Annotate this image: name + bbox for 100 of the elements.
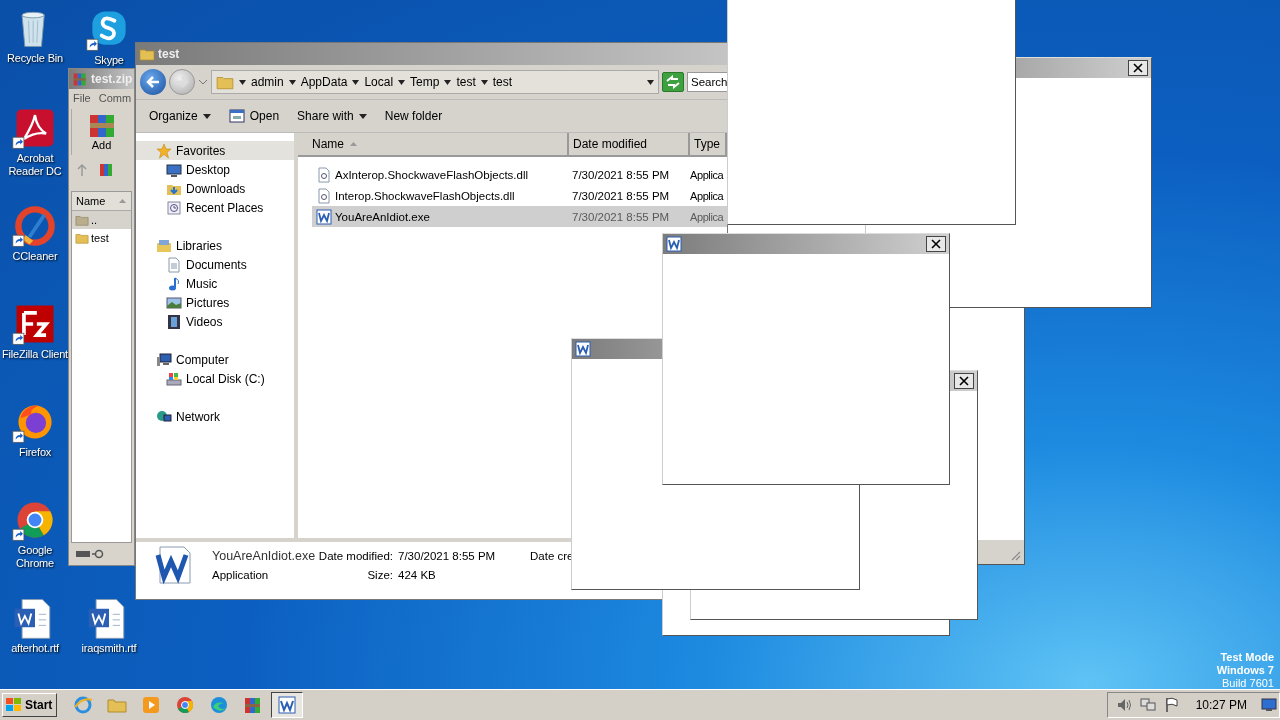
caret-icon[interactable] [480,78,488,86]
breadcrumb-item[interactable]: Local [364,75,394,89]
desktop-icon-label[interactable]: Acrobat Reader DC [0,152,70,178]
close-icon [931,239,941,249]
winrar-books-icon [72,71,88,87]
nav-item[interactable]: Local Disk (C:) [136,369,294,388]
resize-grip-icon[interactable] [1009,549,1021,561]
caret-icon[interactable] [398,78,406,86]
breadcrumb-item[interactable]: AppData [300,75,348,89]
property-label: Size: [366,569,394,581]
breadcrumb-item[interactable]: admin [251,75,284,89]
file-row[interactable]: AxInterop.ShockwaveFlashObjects.dll 7/30/2021 8:55 PM Applica [312,164,727,185]
breadcrumb-item[interactable]: test [492,75,513,89]
edge-logo-icon [209,695,230,715]
desktop-icon-label[interactable]: Skype [94,54,124,67]
desktop-icon-label[interactable]: afterhot.rtf [11,642,59,655]
toolbar-button[interactable]: New folder [377,106,450,126]
property-label: Date modified: [318,550,394,562]
chevron-down-icon[interactable] [198,78,208,86]
nav-item[interactable]: Favorites [136,141,294,160]
close-button[interactable] [926,236,946,252]
ie-logo-icon [73,695,94,715]
property-value: 7/30/2021 8:55 PM [398,550,497,562]
breadcrumb-item[interactable]: test [456,75,476,89]
file-row[interactable]: Interop.ShockwaveFlashObjects.dll 7/30/2021 8:55 PM Applica [312,185,727,206]
system-notice-text: Windows 7 [1216,664,1274,677]
close-icon [1133,63,1143,73]
star-icon [156,142,172,159]
desktop-icon-label[interactable]: FileZilla Client [2,348,68,361]
close-button[interactable] [1128,60,1148,76]
nav-item[interactable]: Recent Places [136,198,294,217]
winrar-books-icon[interactable] [99,163,113,177]
search-field[interactable]: Search [687,72,727,92]
toolbar-button[interactable]: Open [221,105,287,127]
toolbar-button[interactable]: Organize [142,106,218,126]
music-note-icon [166,275,182,292]
nav-item[interactable]: Documents [136,255,294,274]
film-icon [166,313,182,330]
flag-icon[interactable] [1163,697,1180,713]
file-name: Interop.ShockwaveFlashObjects.dll [312,187,568,204]
close-button[interactable] [954,373,974,389]
column-header[interactable]: Name [298,133,569,155]
nav-item[interactable]: Downloads [136,179,294,198]
nav-item[interactable]: Pictures [136,293,294,312]
clock[interactable]: 10:27 PM [1195,698,1247,712]
file-row[interactable]: .. [72,211,131,229]
desktop-icon-label[interactable]: Firefox [18,446,52,459]
disk-drive-icon [166,370,182,387]
monitor-icon [1261,698,1277,712]
word-document-icon [154,545,194,585]
file-row[interactable]: test [72,229,131,247]
recent-places-icon [166,199,182,216]
column-header[interactable]: Name [72,192,131,211]
sort-arrow-icon [119,199,127,203]
refresh-button[interactable] [662,72,684,92]
picture-icon [166,294,182,311]
table-cell-text: 7/30/2021 8:55 PM [571,210,671,223]
nav-item[interactable]: Desktop [136,160,294,179]
file-name: YouAreAnIdiot.exe [312,208,568,225]
file-type: Application [212,569,270,581]
back-arrow-icon [145,74,161,90]
chrome-logo-icon [175,695,196,715]
menu-item[interactable]: File [73,92,91,104]
folder-icon [75,213,89,227]
table-cell-text: Applica [689,168,725,181]
add-button[interactable]: Add [71,109,131,155]
network-icon[interactable] [1139,697,1156,713]
file-name: AxInterop.ShockwaveFlashObjects.dll [312,166,568,183]
word-app-icon [277,695,298,715]
nav-item[interactable]: Computer [136,350,294,369]
caret-icon[interactable] [288,78,296,86]
window-icon [228,108,245,124]
address-bar[interactable]: admin AppData Local Temp test test [211,70,659,94]
toolbar-button[interactable]: Share with [290,106,374,126]
table-cell-text: 7/30/2021 8:55 PM [571,168,671,181]
dropdown-caret-icon[interactable] [647,78,654,86]
word-app-icon [575,341,591,357]
nav-item[interactable]: Libraries [136,236,294,255]
taskbar-button[interactable] [271,692,304,718]
word-app-icon [316,208,332,225]
nav-item[interactable]: Music [136,274,294,293]
desktop-icon-label[interactable]: Recycle Bin [7,52,63,65]
column-header[interactable]: Date modified [569,133,690,155]
desktop-icon-label[interactable]: CCleaner [12,250,58,263]
file-row[interactable]: YouAreAnIdiot.exe 7/30/2021 8:55 PM Applica [312,206,727,227]
refresh-arrows-icon [665,75,681,89]
caret-icon[interactable] [352,78,360,86]
caret-icon[interactable] [239,78,246,86]
property-value: 424 KB [398,569,437,581]
back-button[interactable] [140,69,166,95]
desktop-icon-label[interactable]: iraqsmith.rtf [81,642,137,655]
speaker-icon[interactable] [1115,697,1132,713]
menu-item[interactable]: Comm [98,92,132,104]
nav-item[interactable]: Network [136,407,294,426]
breadcrumb-item[interactable]: Temp [410,75,440,89]
computer-icon [156,351,172,368]
nav-item[interactable]: Videos [136,312,294,331]
start-button[interactable]: Start [2,693,58,717]
caret-icon[interactable] [444,78,452,86]
desktop-icon-label[interactable]: Google Chrome [0,544,70,570]
